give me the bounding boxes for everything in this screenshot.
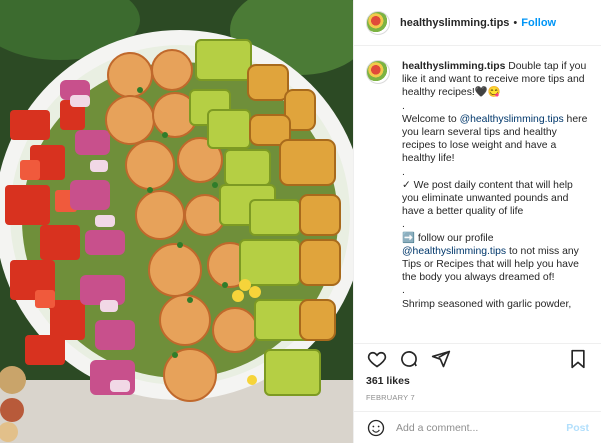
comment-icon[interactable] — [398, 348, 420, 370]
shrimp-bowl-photo — [0, 0, 353, 443]
share-icon[interactable] — [430, 348, 452, 370]
mention-link[interactable]: @healthyslimming.tips — [460, 114, 564, 125]
header-separator: • — [513, 16, 518, 29]
caption-username-link[interactable]: healthyslimming.tips — [402, 61, 505, 72]
post-sidebar: healthyslimming.tips • Follow healthysli… — [353, 0, 601, 443]
caption-line: ➡️ follow our profile — [402, 232, 494, 244]
follow-button[interactable]: Follow — [521, 17, 556, 29]
caption-section: healthyslimming.tips Double tap if you l… — [354, 46, 601, 343]
caption-line: ✓ We post daily content that will help y… — [402, 179, 573, 218]
comment-box: Add a comment... Post — [354, 411, 601, 443]
caption-text: healthyslimming.tips Double tap if you l… — [402, 60, 589, 343]
bookmark-icon[interactable] — [567, 348, 589, 370]
action-bar — [354, 343, 601, 373]
caption-line: Welcome to — [402, 113, 460, 125]
post-header: healthyslimming.tips • Follow — [354, 0, 601, 46]
username-link[interactable]: healthyslimming.tips — [400, 17, 509, 29]
mention-link[interactable]: @healthyslimming.tips — [402, 246, 506, 257]
caption-line: . — [402, 219, 405, 231]
caption-line: . — [402, 285, 405, 297]
post-modal: healthyslimming.tips • Follow healthysli… — [0, 0, 601, 443]
post-image[interactable] — [0, 0, 353, 443]
comment-input[interactable]: Add a comment... — [396, 422, 566, 434]
caption-avatar[interactable] — [366, 60, 390, 84]
caption-line: . — [402, 100, 405, 112]
caption-line: Shrimp seasoned with garlic powder, — [402, 298, 572, 310]
likes-count[interactable]: 361 likes — [354, 373, 601, 389]
post-date[interactable]: FEBRUARY 7 — [354, 389, 601, 407]
avatar[interactable] — [366, 10, 390, 35]
post-comment-button[interactable]: Post — [566, 422, 589, 434]
heart-icon[interactable] — [366, 348, 388, 370]
caption-line: . — [402, 166, 405, 178]
emoji-icon[interactable] — [366, 418, 386, 438]
